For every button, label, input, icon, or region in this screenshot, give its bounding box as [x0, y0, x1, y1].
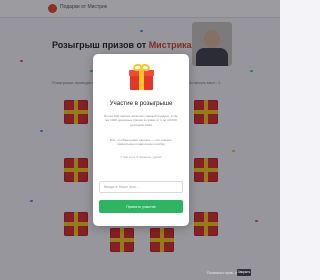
modal-description: Более 500 призов, включая главный подаро…: [104, 114, 178, 127]
name-input[interactable]: [99, 181, 183, 193]
gift-icon-ribbon: [139, 70, 144, 90]
participate-button[interactable]: Принять участие: [99, 200, 183, 213]
footer-close-button[interactable]: Закрыть: [237, 269, 251, 276]
participation-modal: Участие в розыгрыше Более 500 призов, вк…: [93, 54, 189, 226]
modal-title: Участие в розыгрыше: [109, 100, 173, 107]
attempts-text: У вас есть 3 попытки, удачи!: [120, 155, 162, 159]
gift-icon: [129, 62, 154, 90]
modal-note: Все, что Вам нужно сделать — это открыть…: [109, 138, 173, 147]
